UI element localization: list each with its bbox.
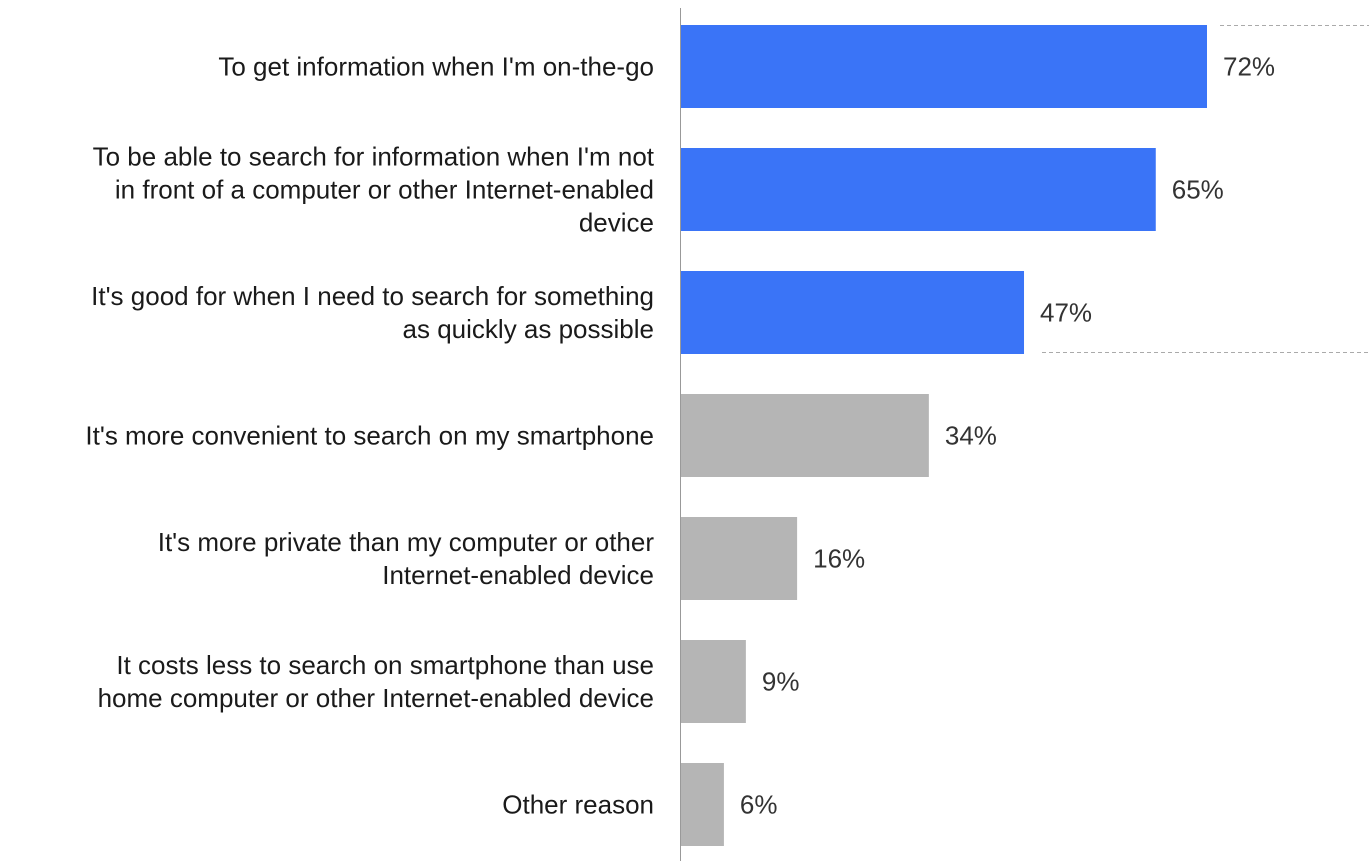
value-label: 34%	[945, 421, 997, 451]
value-label: 6%	[740, 790, 778, 820]
bar	[680, 394, 929, 477]
chart-svg: 72% To get information when I'm on-the-go…	[85, 8, 1369, 861]
category-label: It costs less to search on smartphone th…	[116, 650, 654, 680]
bar	[680, 763, 724, 846]
category-label: It's good for when I need to search for …	[91, 281, 654, 311]
category-label: in front of a computer or other Internet…	[115, 175, 654, 205]
category-label: To be able to search for information whe…	[93, 142, 655, 172]
bar	[680, 271, 1025, 354]
value-label: 47%	[1040, 298, 1092, 328]
bar-chart: 72% To get information when I'm on-the-go…	[0, 0, 1369, 861]
bar	[680, 148, 1156, 231]
category-label: as quickly as possible	[403, 314, 654, 344]
value-label: 16%	[813, 544, 865, 574]
bar	[680, 25, 1207, 108]
bar	[680, 640, 746, 723]
value-label: 65%	[1172, 175, 1224, 205]
category-label: Internet-enabled device	[382, 560, 654, 590]
value-label: 72%	[1223, 52, 1275, 82]
category-label: It's more convenient to search on my sma…	[85, 421, 654, 451]
category-label: home computer or other Internet-enabled …	[98, 683, 654, 713]
category-label: To get information when I'm on-the-go	[218, 52, 654, 82]
category-label: Other reason	[502, 790, 654, 820]
value-label: 9%	[762, 667, 800, 697]
bar	[680, 517, 798, 600]
category-label: It's more private than my computer or ot…	[158, 527, 655, 557]
category-label: device	[579, 208, 654, 238]
